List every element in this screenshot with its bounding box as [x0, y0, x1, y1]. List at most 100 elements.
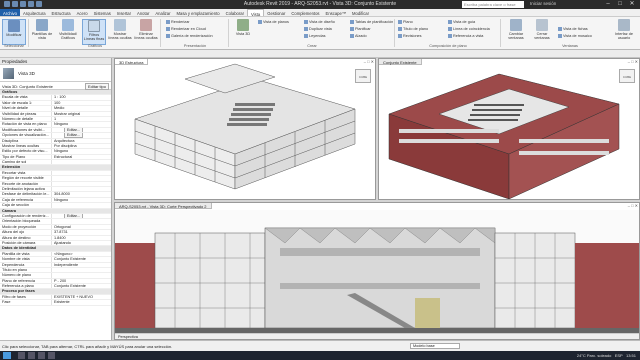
property-value[interactable]: Arquitectura — [52, 139, 111, 143]
property-value[interactable]: 100 — [52, 101, 111, 105]
close-windows-button[interactable]: Cerrar ventanas — [530, 19, 554, 45]
property-value[interactable]: Ajustando — [52, 241, 111, 245]
render-button[interactable]: Renderizar — [166, 20, 190, 24]
revisions-button[interactable]: Revisiones — [398, 34, 422, 38]
view-templates-button[interactable]: Plantillas de vista — [30, 19, 54, 45]
tab-insertar[interactable]: Insertar — [114, 9, 134, 16]
property-value[interactable]: EXISTENTE + NUEVO — [52, 295, 111, 299]
property-value[interactable]: 1 — [52, 117, 111, 121]
property-value[interactable]: Mostrar original — [52, 112, 111, 116]
clock-text[interactable]: 13:51 — [626, 353, 636, 358]
property-value[interactable] — [52, 182, 111, 186]
user-interface-button[interactable]: Interfaz de usuario — [612, 19, 636, 45]
tab-complementos[interactable]: Complementos — [288, 9, 322, 16]
view-reference-button[interactable]: Referencia a vista — [448, 34, 483, 38]
legends-button[interactable]: Leyendas — [304, 34, 325, 38]
viewcube-icon[interactable]: CUBE — [355, 69, 371, 83]
tab-estructura[interactable]: Estructura — [49, 9, 74, 16]
property-value[interactable] — [52, 203, 111, 207]
thin-lines-button[interactable]: Filtros Líneas finas — [82, 19, 106, 45]
tab-colaborar[interactable]: Colaborar — [223, 9, 247, 16]
render-cloud-button[interactable]: Renderizar en Cloud — [166, 27, 206, 31]
plan-views-button[interactable]: Vista de planos — [258, 20, 289, 24]
property-value[interactable]: Editar... — [52, 133, 111, 138]
property-value[interactable]: Editar... — [52, 213, 111, 219]
taskbar-app-icon[interactable] — [18, 352, 25, 359]
search-input[interactable]: Escriba palabra clave o frase — [462, 1, 524, 8]
windows-start-icon[interactable] — [3, 352, 11, 359]
property-value[interactable]: Ninguno — [52, 122, 111, 126]
property-value[interactable]: Ninguno — [52, 198, 111, 202]
taskbar-app-icon[interactable] — [28, 352, 35, 359]
viewcube-icon[interactable]: CUBE — [619, 69, 635, 83]
tab-modificar[interactable]: Modificar — [349, 9, 372, 16]
tab-analizar[interactable]: Analizar — [152, 9, 173, 16]
scope-box-button[interactable]: Planificar — [350, 27, 371, 31]
duplicate-view-button[interactable]: Duplicar vista — [304, 27, 332, 31]
sheet-button[interactable]: Plano — [398, 20, 413, 24]
property-value[interactable] — [52, 268, 111, 272]
property-value[interactable]: Editar... — [52, 127, 111, 133]
tab-archivo[interactable]: Archivo — [0, 9, 20, 16]
property-value[interactable] — [52, 176, 111, 180]
property-value[interactable]: Ninguno — [52, 149, 111, 153]
tab-sistemas[interactable]: Sistemas — [91, 9, 114, 16]
language-text[interactable]: ESP — [615, 353, 623, 358]
edit-button[interactable]: Editar... — [64, 127, 83, 133]
tab-arquitectura[interactable]: Arquitectura — [20, 9, 49, 16]
property-value[interactable]: 1 : 100 — [52, 95, 111, 99]
property-value[interactable]: <Ninguno> — [52, 252, 111, 256]
property-value[interactable]: 37.8731 — [52, 230, 111, 234]
edit-button[interactable]: Editar... — [64, 213, 83, 219]
render-gallery-button[interactable]: Galería de renderización — [166, 34, 213, 38]
tab-enscape-[interactable]: Enscape™ — [323, 9, 349, 16]
edit-type-button[interactable]: Editar tipo — [84, 83, 109, 90]
property-row[interactable]: Fase Existente — [0, 300, 111, 306]
property-value[interactable]: Ortogonal — [52, 225, 111, 229]
property-value[interactable]: Estructural — [52, 155, 111, 159]
tab-anotar[interactable]: Anotar — [134, 9, 152, 16]
visibility-graphics-button[interactable]: Visibilidad/ Gráficos — [56, 19, 80, 45]
taskbar-app-icon[interactable] — [38, 352, 45, 359]
property-value[interactable] — [52, 171, 111, 175]
tab-acero[interactable]: Acero — [74, 9, 91, 16]
taskbar-app-icon[interactable] — [48, 352, 55, 359]
type-selector[interactable]: Vista 3D — [0, 65, 111, 82]
minimize-icon[interactable]: – — [602, 0, 614, 9]
property-value[interactable]: Conjunto Existente — [52, 284, 111, 288]
property-value[interactable]: Existente — [52, 300, 111, 304]
remove-hidden-lines-button[interactable]: Eliminar líneas ocultas — [134, 19, 158, 45]
matchline-button[interactable]: Línea de coincidencia — [448, 27, 490, 31]
view-3d-structure[interactable]: 3D Estructura – □ ✕ CUBE — [114, 58, 376, 200]
tab-gestionar[interactable]: Gestionar — [264, 9, 288, 16]
model-selector[interactable]: Modelo base — [410, 343, 460, 349]
tab-views-button[interactable]: Vista de fichas — [558, 27, 588, 31]
maximize-icon[interactable]: □ — [614, 0, 626, 9]
property-value[interactable]: Medio — [52, 106, 111, 110]
property-value[interactable]: 1.8400 — [52, 236, 111, 240]
weather-text[interactable]: 24°C Parc. soleado — [577, 353, 612, 358]
schedules-button[interactable]: Tablas de planificación — [350, 20, 393, 24]
modify-button[interactable]: Modificar — [2, 19, 26, 45]
property-value[interactable]: Por disciplina — [52, 144, 111, 148]
property-value[interactable]: Independiente — [52, 263, 111, 267]
property-value[interactable] — [52, 219, 111, 223]
title-block-button[interactable]: Título de plano — [398, 27, 428, 31]
switch-windows-button[interactable]: Cambiar ventanas — [504, 19, 528, 45]
property-value[interactable]: 304.8000 — [52, 192, 111, 196]
property-value[interactable]: P - 200 — [52, 279, 111, 283]
guide-grid-button[interactable]: Vista de guía — [448, 20, 475, 24]
view-conjunto-existente[interactable]: Conjunto Existente – □ ✕ CUBE — [378, 58, 640, 200]
tile-views-button[interactable]: Vista de mosaico — [558, 34, 592, 38]
property-value[interactable] — [52, 187, 111, 191]
sign-in-button[interactable]: Iniciar sesión — [530, 1, 556, 6]
show-hidden-lines-button[interactable]: Mostrar líneas ocultas — [108, 19, 132, 45]
elevation-button[interactable]: Alzado — [350, 34, 367, 38]
edit-button[interactable]: Editar... — [64, 133, 83, 138]
3d-view-button[interactable]: Vista 3D — [231, 19, 255, 45]
property-value[interactable] — [52, 273, 111, 277]
tab-vista[interactable]: Vista — [246, 9, 265, 17]
tab-masa-y-emplazamiento[interactable]: Masa y emplazamiento — [174, 9, 223, 16]
drafting-view-button[interactable]: Vista de diseño — [304, 20, 335, 24]
view-control-bar[interactable]: Perspectiva — [115, 333, 639, 339]
